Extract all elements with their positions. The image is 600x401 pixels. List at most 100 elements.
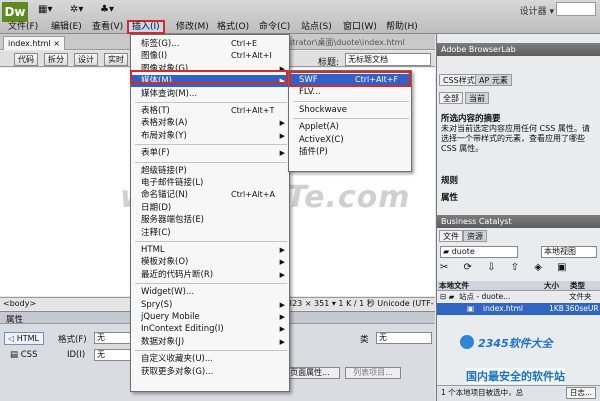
view-select[interactable]: 本地视图: [541, 246, 597, 258]
menu-shortcut: Ctrl+Alt+A: [231, 190, 275, 200]
menu-item[interactable]: 命名锚记(N) Ctrl+Alt+A: [131, 189, 289, 201]
menu-item[interactable]: Widget(W)...: [131, 286, 289, 298]
menu-item[interactable]: 图像(I) Ctrl+Alt+I: [131, 50, 289, 62]
menu-item[interactable]: ActiveX(C): [289, 134, 411, 146]
menu-window[interactable]: 窗口(W): [340, 20, 380, 34]
file-table: 本地文件 大小 类型 ⊟ ▰ 站点 - duote... 文件夹 ▣ index…: [437, 281, 600, 315]
menu-bar: 文件(F) 编辑(E) 查看(V) 插入(I) 修改(M) 格式(O) 命令(C…: [0, 20, 600, 34]
menu-item[interactable]: 超级链接(P): [131, 165, 289, 177]
menu-item-label: 命名锚记(N): [141, 190, 188, 201]
properties-title: 属性: [6, 315, 24, 325]
menu-item[interactable]: HTML ▶: [131, 244, 289, 256]
menu-item[interactable]: 自定义收藏夹(U)...: [131, 353, 289, 365]
code-view-button[interactable]: 代码: [14, 53, 38, 66]
file-toolbar[interactable]: ✂ ⟳ ⇩ ⇧ ◈ ▣: [440, 262, 573, 273]
log-button[interactable]: 日志...: [565, 387, 596, 399]
menu-item[interactable]: 获取更多对象(G)...: [131, 366, 289, 378]
class-label: 类: [360, 335, 369, 345]
menu-shortcut: Ctrl+Alt+I: [231, 51, 272, 61]
tab-current[interactable]: 当前: [465, 92, 489, 104]
menu-item-label: 获取更多对象(G)...: [141, 366, 214, 377]
menu-insert[interactable]: 插入(I): [127, 20, 165, 34]
menu-item[interactable]: 布局对象(Y) ▶: [131, 130, 289, 142]
class-select[interactable]: 无: [376, 332, 432, 344]
menu-item-label: 数据对象(J): [141, 336, 185, 347]
menu-item[interactable]: jQuery Mobile ▶: [131, 311, 289, 323]
menu-separator: [293, 100, 409, 102]
media-submenu: SWF Ctrl+Alt+F FLV... Shockwave Applet(A) Act…: [288, 70, 412, 172]
tab-css-styles[interactable]: CSS样式: [439, 74, 479, 86]
menu-item[interactable]: 电子邮件链接(L): [131, 177, 289, 189]
menu-separator: [293, 118, 409, 120]
menu-item-label: Shockwave: [299, 104, 347, 115]
css-mode-button[interactable]: ▤ CSS: [10, 350, 37, 360]
tab-all[interactable]: 全部: [439, 92, 463, 104]
menu-item-label: 图像对象(G): [141, 63, 189, 74]
tag-selector[interactable]: <body>: [3, 298, 36, 310]
menu-commands[interactable]: 命令(C): [256, 20, 293, 34]
layout-icon[interactable]: ▦▾: [38, 4, 52, 15]
tab-files[interactable]: 文件: [439, 230, 463, 242]
props-title: 属性: [441, 193, 459, 203]
menu-item-label: Spry(S): [141, 299, 173, 310]
menu-format[interactable]: 格式(O): [214, 20, 252, 34]
menu-site[interactable]: 站点(S): [298, 20, 335, 34]
menu-item[interactable]: 图像对象(G) ▶: [131, 63, 289, 75]
tab-ap-elements[interactable]: AP 元素: [475, 74, 512, 86]
menu-item[interactable]: 日期(D): [131, 202, 289, 214]
workspace-switcher[interactable]: 设计器 ▾: [520, 4, 554, 17]
site-select[interactable]: ▰ duote: [440, 246, 518, 258]
col-type[interactable]: 类型: [570, 281, 585, 291]
html-mode-button[interactable]: ◁ HTML: [4, 332, 44, 345]
menu-help[interactable]: 帮助(H): [383, 20, 421, 34]
title-input[interactable]: 无标题文档: [345, 53, 431, 66]
document-tab[interactable]: index.html ×: [3, 36, 65, 50]
search-input[interactable]: [556, 2, 596, 16]
live-view-button[interactable]: 实时: [104, 53, 128, 66]
menu-item-label: SWF: [299, 75, 318, 85]
menu-item-label: 最近的代码片断(R): [141, 269, 214, 280]
menu-item[interactable]: 数据对象(J) ▶: [131, 336, 289, 348]
menu-item[interactable]: FLV...: [289, 86, 411, 98]
menu-file[interactable]: 文件(F): [5, 20, 41, 34]
site-icon[interactable]: ♣▾: [100, 4, 114, 15]
design-view-button[interactable]: 设计: [74, 53, 98, 66]
menu-item[interactable]: 最近的代码片断(R) ▶: [131, 269, 289, 281]
menu-separator: [135, 102, 287, 103]
menu-separator: [135, 283, 287, 285]
submenu-arrow-icon: ▶: [279, 119, 285, 128]
menu-item[interactable]: InContext Editing(I) ▶: [131, 323, 289, 335]
menu-item[interactable]: Shockwave: [289, 104, 411, 116]
col-size[interactable]: 大小: [544, 281, 559, 291]
table-row[interactable]: ⊟ ▰ 站点 - duote... 文件夹: [437, 291, 600, 303]
submenu-arrow-icon: ▶: [279, 149, 285, 158]
menu-item[interactable]: 表单(F) ▶: [131, 147, 289, 159]
menu-item[interactable]: Spry(S) ▶: [131, 299, 289, 311]
menu-item[interactable]: Applet(A): [289, 121, 411, 133]
col-local-files[interactable]: 本地文件: [439, 281, 469, 291]
menu-item-label: HTML: [141, 245, 165, 255]
menu-item[interactable]: 模板对象(O) ▶: [131, 256, 289, 268]
menu-modify[interactable]: 修改(M): [173, 20, 212, 34]
business-catalyst-header[interactable]: Business Catalyst: [437, 215, 600, 228]
menu-item[interactable]: 服务器端包括(E): [131, 214, 289, 226]
title-label: 标题:: [318, 58, 340, 68]
menu-item[interactable]: 注释(C): [131, 227, 289, 239]
menu-item-label: 注释(C): [141, 227, 171, 238]
menu-item[interactable]: 标签(G)... Ctrl+E: [131, 38, 289, 50]
menu-item[interactable]: 表格对象(A) ▶: [131, 117, 289, 129]
gear-icon[interactable]: ✲▾: [70, 4, 83, 15]
table-row[interactable]: ▣ index.html 1KB 360seUR: [437, 303, 600, 315]
menu-item[interactable]: SWF Ctrl+Alt+F: [289, 74, 411, 86]
menu-view[interactable]: 查看(V): [89, 20, 126, 34]
tab-assets[interactable]: 资源: [463, 230, 487, 242]
menu-item[interactable]: 媒体(M) ▶: [131, 75, 289, 88]
menu-item[interactable]: 表格(T) Ctrl+Alt+T: [131, 105, 289, 117]
split-view-button[interactable]: 拆分: [44, 53, 68, 66]
menu-item[interactable]: 插件(P): [289, 146, 411, 158]
menu-item[interactable]: 媒体查询(M)...: [131, 88, 289, 100]
browserlab-header[interactable]: Adobe BrowserLab: [437, 43, 600, 56]
menu-edit[interactable]: 编辑(E): [48, 20, 85, 34]
list-item-button[interactable]: 列表项目...: [345, 367, 401, 379]
menu-item-label: 超级链接(P): [141, 165, 187, 176]
